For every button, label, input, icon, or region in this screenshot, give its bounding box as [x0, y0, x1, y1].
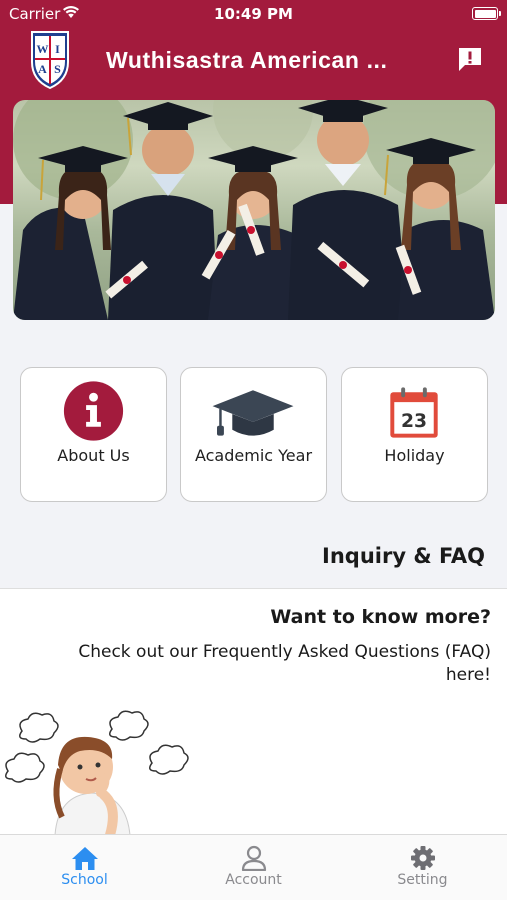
calendar-icon: 23 [390, 387, 438, 438]
thinking-girl-illustration [5, 710, 189, 835]
svg-text:I: I [55, 42, 60, 56]
school-logo: W A I S [31, 31, 69, 90]
tab-setting[interactable]: Setting [338, 835, 507, 900]
academic-year-tile[interactable]: Academic Year [180, 367, 327, 502]
svg-text:S: S [54, 62, 61, 76]
tab-school-label: School [61, 872, 108, 888]
tab-bar: School Account Setting [0, 834, 507, 900]
gear-icon [411, 846, 435, 870]
tab-account-label: Account [225, 872, 282, 888]
app-title: Wuthisastra American ... [106, 47, 388, 73]
battery-icon [472, 7, 501, 20]
graduates-photo [13, 100, 495, 320]
holiday-tile[interactable]: 23 Holiday [341, 367, 488, 502]
inquiry-faq-title: Inquiry & FAQ [322, 544, 485, 568]
graduation-cap-icon [212, 390, 294, 436]
holiday-label: Holiday [384, 446, 445, 465]
home-icon [72, 847, 98, 870]
faq-description: Check out our Frequently Asked Questions… [78, 642, 491, 685]
banner-image [13, 100, 495, 320]
tab-setting-label: Setting [397, 872, 448, 888]
about-us-label: About Us [57, 446, 130, 465]
academic-year-label: Academic Year [194, 446, 313, 465]
status-time: 10:49 PM [214, 5, 293, 23]
faq-card[interactable]: Want to know more? Check out our Frequen… [0, 588, 507, 835]
tab-account[interactable]: Account [169, 835, 338, 900]
person-icon [241, 845, 267, 871]
calendar-day-text: 23 [401, 411, 427, 432]
feedback-exclamation-icon[interactable] [457, 46, 483, 72]
svg-text:A: A [38, 62, 47, 76]
nav-bar: W A I S Wuthisastra American ... [0, 28, 507, 94]
faq-heading: Want to know more? [270, 606, 491, 628]
tab-school[interactable]: School [0, 835, 169, 900]
about-us-tile[interactable]: About Us [20, 367, 167, 502]
info-circle-icon [63, 381, 124, 441]
status-bar: Carrier 10:49 PM [0, 0, 507, 28]
svg-text:W: W [37, 42, 49, 56]
